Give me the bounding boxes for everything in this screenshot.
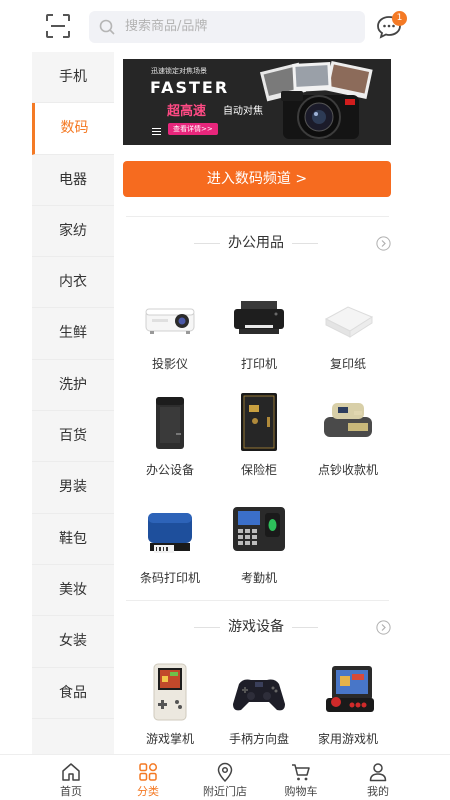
section-title: 游戏设备 (228, 619, 284, 635)
divider (194, 627, 220, 628)
tab-label: 我的 (367, 785, 389, 798)
home-icon (62, 763, 80, 781)
divider (126, 216, 389, 217)
category-icon (139, 763, 158, 781)
banner-caption: 自动对焦 (223, 106, 263, 117)
search-icon (98, 18, 116, 36)
sidebar-item-appliance[interactable]: 电器 (32, 155, 114, 206)
sidebar-item-womenswear[interactable]: 女装 (32, 616, 114, 668)
section-header-gaming: 游戏设备 (114, 617, 404, 637)
chevron-right-icon[interactable] (376, 236, 391, 251)
divider (194, 243, 220, 244)
product-item-safe[interactable]: 保险柜 (209, 393, 295, 491)
sidebar-item-beauty[interactable]: 美妆 (32, 565, 114, 617)
product-name: 复印纸 (329, 357, 366, 371)
tab-nearby-stores[interactable]: 附近门店 (187, 755, 263, 800)
product-item-office-equipment[interactable]: 办公设备 (120, 393, 206, 491)
product-name: 家用游戏机 (317, 732, 378, 746)
tab-label: 附近门店 (203, 785, 247, 798)
category-content: 迅速锁定对焦场景 FASTER 超高速 自动对焦 查看详情>> 进入数码频道 >… (114, 52, 404, 754)
product-name: 保险柜 (240, 463, 277, 477)
safe-icon (241, 393, 277, 451)
product-name: 手柄方向盘 (228, 732, 289, 746)
search-input[interactable]: 搜索商品/品牌 (89, 11, 365, 43)
sidebar-item-shoes-bags[interactable]: 鞋包 (32, 514, 114, 565)
tab-profile[interactable]: 我的 (340, 755, 416, 800)
cart-icon (292, 764, 310, 781)
banner-subtitle: 迅速锁定对焦场景 (151, 67, 207, 75)
product-name: 打印机 (240, 357, 277, 371)
product-item-money-counter[interactable]: 点钞收款机 (298, 393, 384, 491)
sidebar-item-digital[interactable]: 数码 (32, 103, 114, 155)
message-badge: 1 (392, 11, 407, 26)
product-item-printer[interactable]: 打印机 (209, 287, 295, 385)
product-item-copy-paper[interactable]: 复印纸 (298, 287, 384, 385)
divider (292, 627, 318, 628)
tab-label: 分类 (137, 785, 159, 798)
promo-banner[interactable]: 迅速锁定对焦场景 FASTER 超高速 自动对焦 查看详情>> (123, 59, 391, 145)
sidebar-item-underwear[interactable]: 内衣 (32, 257, 114, 309)
product-item-barcode-printer[interactable]: 条码打印机 (120, 501, 206, 599)
tab-label: 购物车 (284, 785, 318, 798)
money-counter-icon (324, 403, 372, 437)
product-item-arcade-machine[interactable]: 家用游戏机 (298, 662, 384, 754)
arcade-machine-icon (326, 666, 374, 712)
banner-headline: FASTER (150, 78, 230, 97)
bottom-tab-bar: 首页 分类 附近门店 购物车 我的 (0, 754, 450, 800)
product-name: 投影仪 (151, 357, 188, 371)
product-item-handheld-console[interactable]: 游戏掌机 (120, 662, 206, 754)
category-sidebar: 手机 数码 电器 家纺 内衣 生鲜 洗护 百货 男装 鞋包 美妆 女装 食品 (32, 52, 114, 754)
divider (126, 600, 389, 601)
search-placeholder: 搜索商品/品牌 (125, 19, 208, 34)
sidebar-item-phone[interactable]: 手机 (32, 52, 114, 104)
product-item-attendance-machine[interactable]: 考勤机 (209, 501, 295, 599)
location-icon (217, 762, 233, 783)
tab-cart[interactable]: 购物车 (263, 755, 339, 800)
product-name: 游戏掌机 (145, 732, 194, 746)
gamepad-icon (233, 679, 285, 711)
projector-icon (145, 308, 195, 334)
banner-detail-button[interactable]: 查看详情>> (168, 123, 218, 135)
banner-highlight: 超高速 (167, 104, 207, 119)
product-name: 点钞收款机 (317, 463, 378, 477)
sidebar-item-home-textile[interactable]: 家纺 (32, 206, 114, 258)
copy-paper-icon (324, 306, 374, 338)
tab-category[interactable]: 分类 (110, 755, 186, 800)
enter-channel-button[interactable]: 进入数码频道 > (123, 161, 391, 197)
product-name: 办公设备 (145, 463, 194, 477)
sidebar-item-menswear[interactable]: 男装 (32, 462, 114, 514)
handheld-console-icon (153, 663, 187, 721)
sidebar-item-groceries[interactable]: 百货 (32, 411, 114, 463)
sidebar-item-fresh[interactable]: 生鲜 (32, 308, 114, 360)
section-header-office: 办公用品 (114, 233, 404, 253)
sidebar-item-toiletries[interactable]: 洗护 (32, 360, 114, 412)
barcode-printer-icon (148, 513, 192, 553)
chevron-right-icon[interactable] (376, 620, 391, 635)
product-name: 考勤机 (240, 571, 277, 585)
top-header: 搜索商品/品牌 1 (0, 0, 450, 52)
scan-icon[interactable] (44, 12, 72, 40)
sidebar-item-food[interactable]: 食品 (32, 668, 114, 719)
user-icon (369, 763, 387, 782)
shredder-icon (156, 397, 184, 449)
tab-label: 首页 (60, 785, 82, 798)
menu-icon (152, 128, 161, 135)
printer-icon (234, 301, 284, 334)
section-title: 办公用品 (228, 235, 284, 251)
product-name: 条码打印机 (139, 571, 200, 585)
product-item-projector[interactable]: 投影仪 (120, 287, 206, 385)
attendance-machine-icon (233, 507, 285, 551)
tab-home[interactable]: 首页 (33, 755, 109, 800)
product-item-gamepad[interactable]: 手柄方向盘 (209, 662, 295, 754)
divider (292, 243, 318, 244)
